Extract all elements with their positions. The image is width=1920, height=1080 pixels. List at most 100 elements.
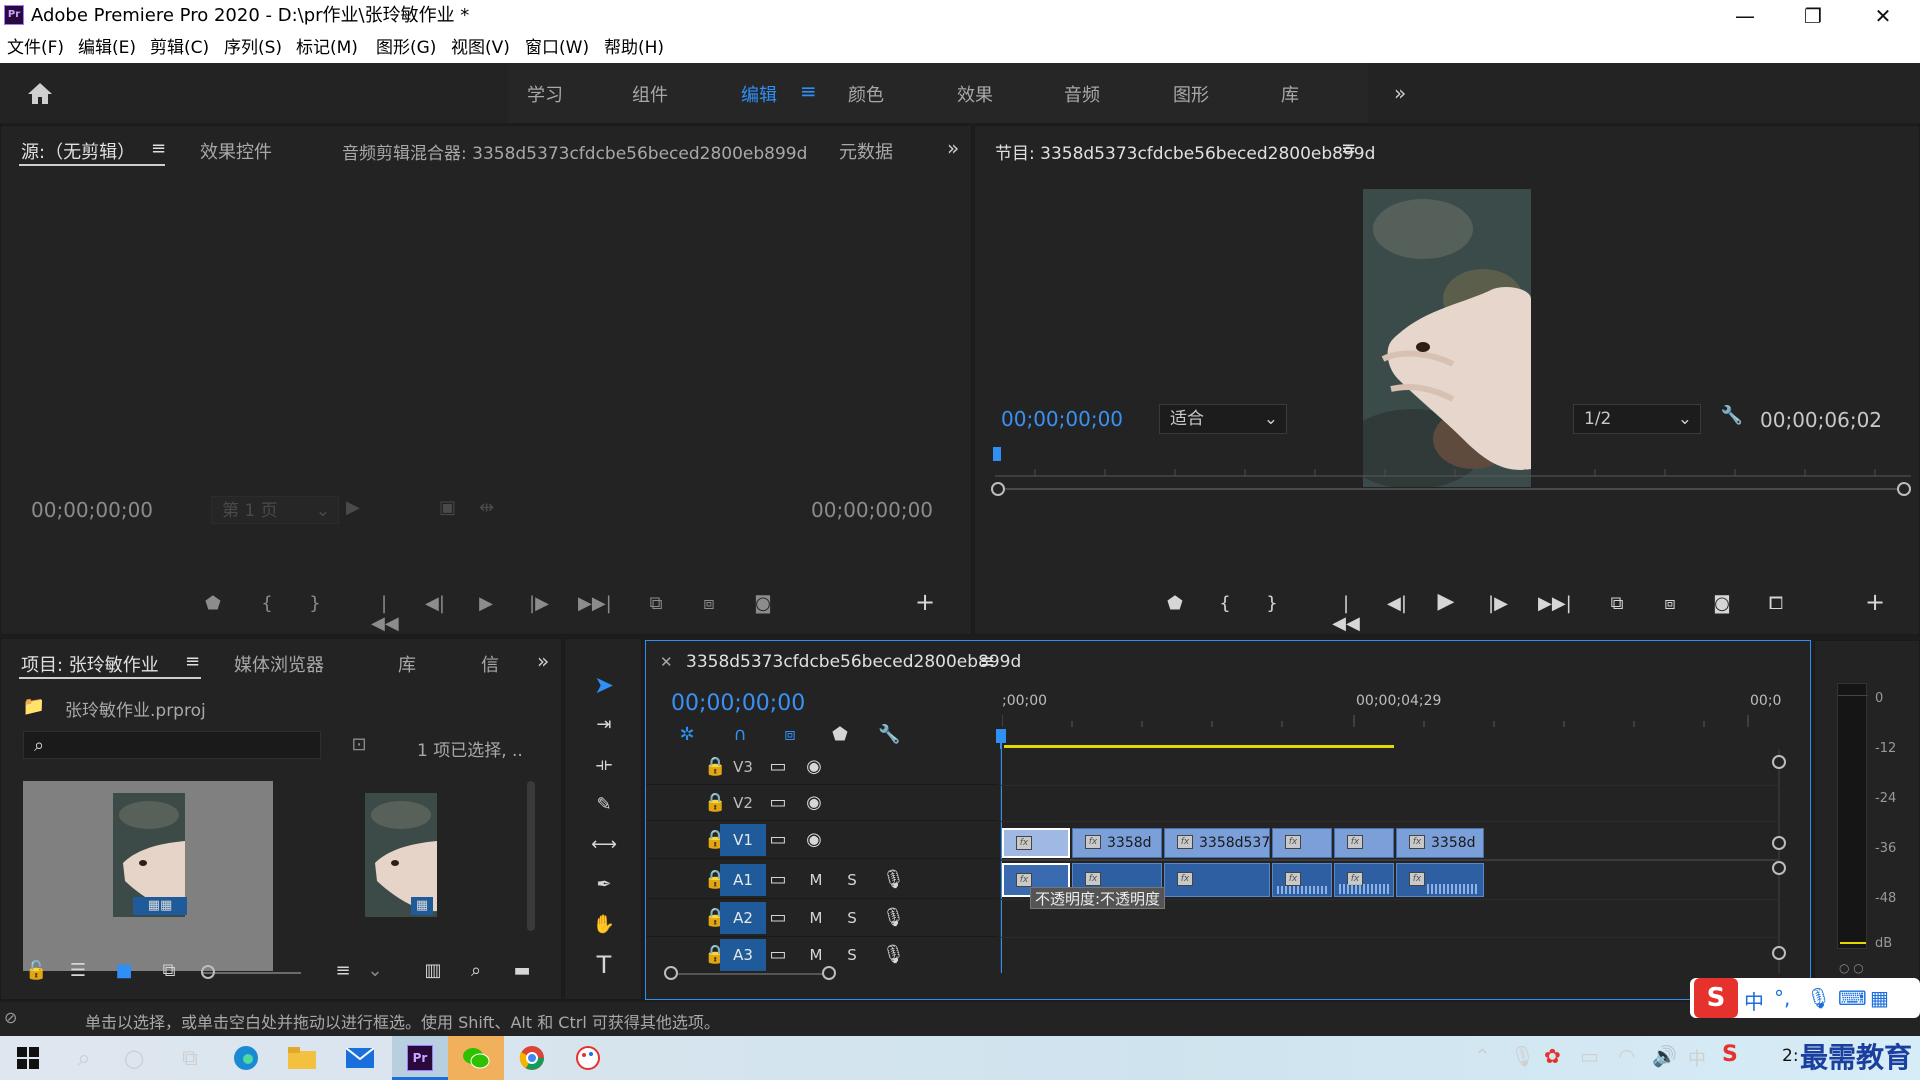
workspace-tab-assembly[interactable]: 组件	[632, 81, 668, 107]
program-title[interactable]: 节目: 3358d5373cfdcbe56beced2800eb899d	[995, 139, 1375, 164]
type-tool-icon[interactable]: T	[589, 953, 619, 977]
tray-mic-icon[interactable]: 🎙	[1510, 1044, 1535, 1068]
voice-over-mic-icon[interactable]: 🎙	[882, 870, 905, 890]
insert-icon[interactable]: ⧉	[642, 594, 670, 614]
resolution-dropdown[interactable]: 1/2 ⌄	[1573, 404, 1701, 434]
panel-overflow-icon[interactable]: »	[947, 136, 959, 160]
linked-selection-icon[interactable]: ⧈	[778, 725, 802, 745]
mute-button[interactable]: M	[808, 908, 824, 928]
tray-chevron-icon[interactable]: ⌃	[1474, 1044, 1491, 1068]
tab-audio-clip-mixer[interactable]: 音频剪辑混合器: 3358d5373cfdcbe56beced2800eb899…	[342, 139, 807, 164]
step-forward-icon[interactable]: |▶	[528, 594, 550, 614]
wifi-icon[interactable]: ◠	[1618, 1044, 1635, 1068]
tab-info[interactable]: 信	[481, 651, 499, 677]
project-search-input[interactable]: ⌕	[23, 731, 321, 759]
add-marker-icon[interactable]: ⬟	[203, 594, 223, 614]
program-time-ruler[interactable]	[995, 463, 1911, 477]
toggle-sync-lock-icon[interactable]: ▭	[766, 945, 790, 965]
cortana-icon[interactable]: ○	[106, 1036, 162, 1080]
menu-clip[interactable]: 剪辑(C)	[150, 37, 209, 59]
search-taskbar-icon[interactable]: ⌕	[56, 1036, 112, 1080]
menu-view[interactable]: 视图(V)	[451, 37, 510, 59]
sequence-menu-icon[interactable]: ≡	[980, 651, 995, 672]
project-menu-icon[interactable]: ≡	[185, 651, 200, 672]
maximize-button[interactable]: ❐	[1778, 0, 1848, 32]
zoom-scrollbar-right-handle[interactable]	[1897, 482, 1911, 496]
workspace-menu-icon[interactable]: ≡	[800, 79, 817, 103]
zoom-scrollbar-left-handle[interactable]	[991, 482, 1005, 496]
voice-over-mic-icon[interactable]: 🎙	[882, 908, 905, 928]
nest-sequence-icon[interactable]: ✲	[676, 725, 698, 745]
ime-lang-toggle[interactable]: 中	[1744, 986, 1764, 1015]
track-label-a3[interactable]: A3	[720, 939, 766, 971]
video-clip[interactable]: fx	[1334, 828, 1394, 858]
menu-help[interactable]: 帮助(H)	[604, 37, 664, 59]
edge-icon[interactable]	[218, 1036, 274, 1080]
timeline-zoom-left-handle[interactable]	[664, 966, 678, 980]
tray-lang-indicator[interactable]: 中	[1688, 1045, 1706, 1071]
step-back-icon[interactable]: ◀|	[424, 594, 446, 614]
export-frame-icon[interactable]: ◙	[750, 594, 776, 614]
audio-clip[interactable]: fx	[1334, 863, 1394, 897]
tray-app-icon[interactable]: ✿	[1544, 1044, 1561, 1068]
menu-marker[interactable]: 标记(M)	[296, 37, 358, 59]
hand-tool-icon[interactable]: ✋	[589, 915, 619, 935]
zoom-slider[interactable]	[201, 972, 301, 974]
tab-metadata[interactable]: 元数据	[839, 138, 893, 164]
solo-button[interactable]: S	[844, 908, 860, 928]
menu-graphics[interactable]: 图形(G)	[376, 37, 436, 59]
toggle-sync-lock-icon[interactable]: ▭	[766, 757, 790, 777]
track-label-a1[interactable]: A1	[720, 864, 766, 896]
mute-button[interactable]: M	[808, 870, 824, 890]
program-step-forward-icon[interactable]: |▶	[1486, 594, 1510, 614]
mark-out-icon[interactable]: }	[305, 594, 325, 614]
workspace-tab-editing[interactable]: 编辑	[741, 81, 777, 107]
toggle-track-output-eye-icon[interactable]: ◉	[802, 793, 826, 813]
extract-icon[interactable]: ⧈	[1655, 594, 1685, 614]
work-area-bar[interactable]	[1004, 745, 1394, 748]
mute-button[interactable]: M	[808, 945, 824, 965]
toggle-sync-lock-icon[interactable]: ▭	[766, 830, 790, 850]
premiere-taskbar-icon[interactable]: Pr	[392, 1036, 448, 1080]
workspace-tab-color[interactable]: 颜色	[848, 81, 884, 107]
toggle-sync-lock-icon[interactable]: ▭	[766, 870, 790, 890]
close-button[interactable]: ✕	[1848, 0, 1918, 32]
program-add-button-icon[interactable]: +	[1864, 590, 1886, 614]
program-mark-out-icon[interactable]: }	[1262, 594, 1282, 614]
timeline-timecode[interactable]: 00;00;00;00	[671, 691, 805, 716]
timeline-ruler[interactable]: ;00;00 00;00;04;29 00;0	[1002, 683, 1796, 729]
workspace-tab-graphics[interactable]: 图形	[1173, 81, 1209, 107]
menu-sequence[interactable]: 序列(S)	[224, 37, 282, 59]
program-play-icon[interactable]: ▶	[1433, 591, 1459, 613]
battery-icon[interactable]: ▭	[1580, 1044, 1599, 1068]
overwrite-icon[interactable]: ⧈	[695, 594, 723, 614]
solo-button[interactable]: S	[844, 870, 860, 890]
folder-up-icon[interactable]: 📁	[21, 697, 47, 717]
icon-view-icon[interactable]: ■	[113, 961, 135, 981]
tab-source[interactable]: 源:（无剪辑）	[21, 138, 135, 164]
audio-clip[interactable]: fx	[1272, 863, 1332, 897]
play-icon[interactable]: ▶	[475, 594, 497, 614]
settings-wrench-icon[interactable]: 🔧	[1719, 406, 1745, 426]
audio-clip[interactable]: fx	[1396, 863, 1484, 897]
tab-effect-controls[interactable]: 效果控件	[200, 138, 272, 164]
track-label-v1[interactable]: V1	[720, 824, 766, 856]
sequence-tab[interactable]: 3358d5373cfdcbe56beced2800eb899d	[686, 652, 1021, 672]
workspace-overflow-icon[interactable]: »	[1394, 81, 1406, 105]
comparison-view-icon[interactable]: ⧠	[1761, 594, 1791, 614]
program-menu-icon[interactable]: ≡	[1341, 138, 1356, 159]
toggle-track-output-eye-icon[interactable]: ◉	[802, 757, 826, 777]
mail-icon[interactable]	[332, 1036, 388, 1080]
task-view-icon[interactable]: ⧉	[162, 1036, 218, 1080]
list-view-icon[interactable]: ☰	[65, 961, 91, 981]
track-area[interactable]	[1000, 749, 1779, 973]
tray-sogou-icon[interactable]: S	[1722, 1042, 1738, 1067]
sogou-logo-icon[interactable]: S	[1694, 978, 1738, 1018]
a-scroll-handle-top[interactable]	[1772, 861, 1786, 875]
track-label-v2[interactable]: V2	[720, 787, 766, 819]
windows-start-icon[interactable]	[0, 1036, 56, 1080]
pen-tool-icon[interactable]: ✒	[589, 875, 619, 895]
minimize-button[interactable]: —	[1710, 0, 1780, 32]
lift-icon[interactable]: ⧉	[1602, 594, 1632, 614]
timeline-zoom-right-handle[interactable]	[822, 966, 836, 980]
